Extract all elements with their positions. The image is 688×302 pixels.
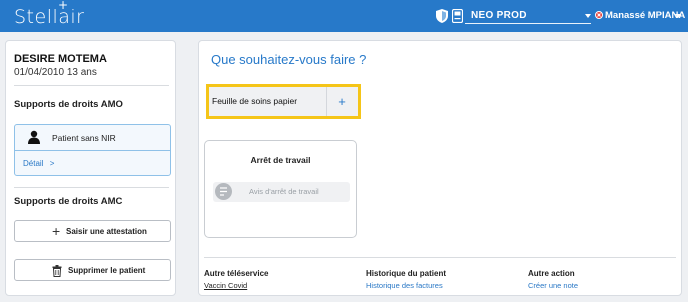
app-logo[interactable]: Stellair + — [14, 0, 85, 28]
chevron-right-icon: > — [49, 159, 55, 168]
other-teleservice-title: Autre téléservice — [204, 269, 269, 278]
user-chevron-down-icon — [675, 14, 681, 18]
paper-care-sheet-inner: Feuille de soins papier + — [209, 87, 358, 116]
patient-dob-age: 01/04/2010 13 ans — [14, 67, 97, 78]
detail-link-label: Détail — [23, 159, 44, 168]
patient-name: DESIRE MOTEMA — [14, 53, 107, 65]
paper-care-sheet-label: Feuille de soins papier — [212, 96, 298, 106]
work-stoppage-button-label: Avis d'arrêt de travail — [249, 187, 319, 196]
work-stoppage-card: Arrêt de travail Avis d'arrêt de travail — [204, 140, 357, 238]
add-attestation-button[interactable]: + Saisir une attestation — [14, 220, 171, 242]
amo-section-title: Supports de droits AMO — [14, 99, 123, 110]
top-bar: Stellair + NEO PROD Manassé MPIANA — [0, 0, 688, 32]
amo-card-header: Patient sans NIR — [15, 125, 170, 151]
user-name: Manassé MPIANA — [605, 10, 686, 21]
card-reader-icon[interactable] — [451, 8, 464, 24]
app-logo-text: Stellair — [14, 6, 85, 28]
vaccin-covid-link[interactable]: Vaccin Covid — [204, 281, 247, 290]
app-logo-plus: + — [58, 0, 69, 12]
patient-panel: DESIRE MOTEMA 01/04/2010 13 ans Supports… — [5, 40, 176, 296]
user-menu[interactable]: Manassé MPIANA — [595, 10, 685, 21]
delete-patient-label: Supprimer le patient — [68, 266, 146, 275]
page-title: Que souhaitez-vous faire ? — [211, 52, 367, 67]
work-stoppage-title: Arrêt de travail — [250, 155, 311, 165]
amo-card-label: Patient sans NIR — [52, 133, 116, 143]
amc-section-title: Supports de droits AMC — [14, 196, 123, 207]
divider — [204, 257, 676, 258]
action-panel: Que souhaitez-vous faire ? Feuille de so… — [198, 40, 682, 296]
shield-icon[interactable] — [436, 9, 448, 23]
environment-label: NEO PROD — [471, 10, 527, 21]
work-stoppage-button[interactable]: Avis d'arrêt de travail — [213, 182, 350, 202]
other-action-title: Autre action — [528, 269, 575, 278]
amo-card[interactable]: Patient sans NIR Détail > — [14, 124, 171, 176]
add-attestation-label: Saisir une attestation — [66, 227, 147, 236]
patient-history-title: Historique du patient — [366, 269, 446, 278]
add-paper-care-sheet-button[interactable]: + — [326, 87, 358, 116]
trash-icon — [52, 264, 62, 282]
chevron-down-icon — [585, 14, 591, 18]
detail-link[interactable]: Détail > — [23, 159, 54, 168]
divider — [14, 85, 169, 86]
create-note-link[interactable]: Créer une note — [528, 281, 578, 290]
divider — [14, 187, 169, 188]
person-icon — [28, 130, 40, 149]
plus-icon: + — [52, 223, 61, 239]
invoice-history-link[interactable]: Historique des factures — [366, 281, 443, 290]
paper-care-sheet-tile[interactable]: Feuille de soins papier + — [206, 84, 361, 119]
delete-patient-button[interactable]: Supprimer le patient — [14, 259, 171, 281]
user-status-icon — [595, 11, 603, 19]
work-stoppage-icon — [215, 183, 232, 200]
